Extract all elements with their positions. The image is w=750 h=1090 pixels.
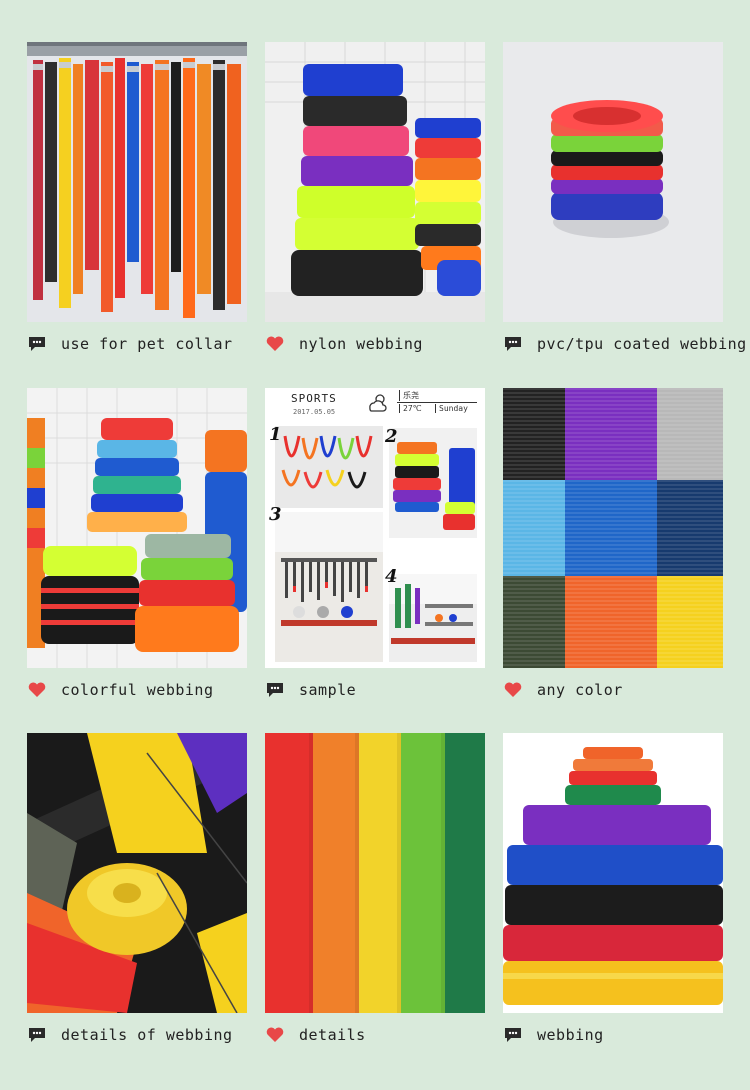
sample-header: SPORTS 2017.05.05 乐尧 27℃ Sunday <box>265 388 485 424</box>
caption-text: colorful webbing <box>61 681 214 699</box>
sample-title: SPORTS <box>291 392 337 405</box>
pet-collar-photo <box>27 42 247 322</box>
sample-step-3: 3 <box>269 504 282 525</box>
caption-text: webbing <box>537 1026 604 1044</box>
weather-label: 乐尧 <box>399 390 419 401</box>
heart-icon <box>503 681 523 699</box>
chat-bubble-icon <box>503 1026 523 1044</box>
heart-icon <box>265 335 285 353</box>
tile-caption: pvc/tpu coated webbing <box>503 330 746 358</box>
heart-icon <box>27 681 47 699</box>
sample-photo-1 <box>275 426 383 508</box>
webbing-stack-photo <box>503 733 723 1013</box>
caption-text: pvc/tpu coated webbing <box>537 335 747 353</box>
colorful-webbing-photo <box>27 388 247 668</box>
chat-bubble-icon <box>27 335 47 353</box>
sample-photo-2 <box>389 428 477 538</box>
cloud-sun-icon <box>365 392 389 412</box>
caption-text: details of webbing <box>61 1026 233 1044</box>
caption-text: details <box>299 1026 366 1044</box>
day-label: Sunday <box>435 404 468 413</box>
sample-photo-3 <box>275 512 383 662</box>
tile-caption: sample <box>265 676 505 704</box>
tile-caption: webbing <box>503 1021 743 1049</box>
tile-caption: use for pet collar <box>27 330 267 358</box>
tile-caption: colorful webbing <box>27 676 267 704</box>
caption-text: nylon webbing <box>299 335 423 353</box>
coated-webbing-photo <box>503 42 723 322</box>
sample-step-2: 2 <box>385 426 398 447</box>
caption-text: use for pet collar <box>61 335 233 353</box>
tile-caption: details <box>265 1021 505 1049</box>
tile-caption: details of webbing <box>27 1021 267 1049</box>
chat-bubble-icon <box>503 335 523 353</box>
sample-photo-4 <box>389 574 477 662</box>
sample-date: 2017.05.05 <box>293 408 336 416</box>
details-photo <box>265 733 485 1013</box>
sample-card: SPORTS 2017.05.05 乐尧 27℃ Sunday 1 2 3 4 <box>265 388 485 668</box>
heart-icon <box>265 1026 285 1044</box>
temperature: 27℃ <box>399 404 422 413</box>
caption-text: any color <box>537 681 623 699</box>
nylon-webbing-photo <box>265 42 485 322</box>
sample-step-4: 4 <box>385 566 398 587</box>
caption-text: sample <box>299 681 357 699</box>
color-swatch-grid <box>503 388 723 668</box>
chat-bubble-icon <box>27 1026 47 1044</box>
tile-caption: any color <box>503 676 743 704</box>
sample-step-1: 1 <box>269 424 282 445</box>
tile-caption: nylon webbing <box>265 330 505 358</box>
details-of-webbing-photo <box>27 733 247 1013</box>
chat-bubble-icon <box>265 681 285 699</box>
